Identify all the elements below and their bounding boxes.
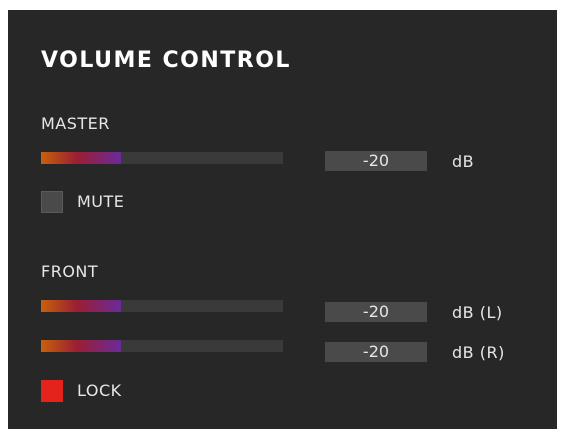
master-volume-slider[interactable] <box>41 152 283 164</box>
front-right-unit-label: dB (R) <box>452 343 505 362</box>
front-right-volume-fill <box>41 340 121 352</box>
front-right-value-field[interactable]: -20 <box>325 342 427 362</box>
front-left-value-field[interactable]: -20 <box>325 302 427 322</box>
master-unit-label: dB <box>452 152 475 171</box>
front-left-volume-slider[interactable] <box>41 300 283 312</box>
mute-checkbox[interactable] <box>41 191 63 213</box>
master-volume-fill <box>41 152 121 164</box>
master-label: MASTER <box>41 114 110 133</box>
panel-title: VOLUME CONTROL <box>41 48 291 73</box>
volume-control-panel: VOLUME CONTROL MASTER -20 dB MUTE FRONT … <box>8 10 557 429</box>
front-label: FRONT <box>41 262 99 281</box>
front-left-unit-label: dB (L) <box>452 303 503 322</box>
mute-label: MUTE <box>77 192 125 211</box>
front-right-volume-slider[interactable] <box>41 340 283 352</box>
lock-label: LOCK <box>77 381 122 400</box>
master-value-field[interactable]: -20 <box>325 151 427 171</box>
lock-checkbox[interactable] <box>41 380 63 402</box>
front-left-volume-fill <box>41 300 121 312</box>
